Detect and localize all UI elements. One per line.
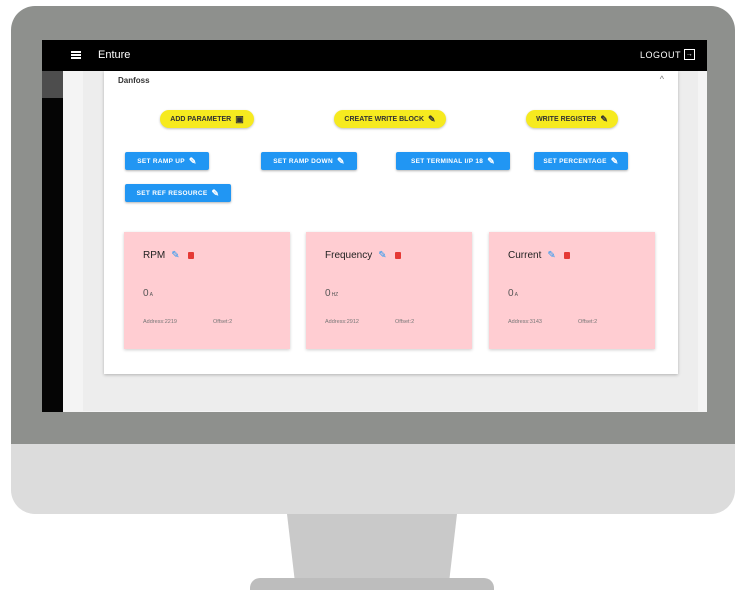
parameter-address: Address:2912 (325, 319, 359, 325)
build-icon: ✎ (428, 113, 436, 124)
parameter-meta: Address:2219 Offset:2 (143, 319, 283, 325)
create-write-block-button[interactable]: CREATE WRITE BLOCK ✎ (334, 110, 446, 128)
parameter-meta: Address:2912 Offset:2 (325, 319, 465, 325)
parameter-card-current: Current ✎ 0A Address:3143 Offset:2 (489, 232, 655, 349)
parameter-value: 0 (143, 288, 149, 299)
edit-icon: ✎ (610, 155, 619, 166)
write-register-label: WRITE REGISTER (536, 115, 597, 123)
parameter-card-frequency: Frequency ✎ 0HZ Address:2912 Offset:2 (306, 232, 472, 349)
parameter-name: Current (508, 250, 542, 261)
parameter-value-row: 0A (143, 288, 153, 299)
parameter-address: Address:3143 (508, 319, 542, 325)
parameter-offset: Offset:2 (578, 319, 598, 325)
parameter-header: RPM ✎ (143, 250, 194, 261)
set-terminal-label: SET TERMINAL I/P 18 (410, 157, 484, 165)
sidebar-item-active[interactable] (42, 71, 63, 98)
monitor-stand (287, 514, 457, 587)
set-ramp-up-button[interactable]: SET RAMP UP ✎ (125, 152, 209, 170)
chevron-up-icon[interactable]: ^ (660, 74, 664, 84)
app-bar: Enture LOGOUT → (42, 40, 707, 71)
set-ramp-down-button[interactable]: SET RAMP DOWN ✎ (261, 152, 357, 170)
monitor-chin (11, 444, 735, 514)
parameter-unit: HZ (331, 292, 339, 298)
set-ramp-up-label: SET RAMP UP (137, 157, 185, 165)
parameter-name: Frequency (325, 250, 373, 261)
parameter-value-row: 0A (508, 288, 518, 299)
edit-icon[interactable]: ✎ (378, 250, 386, 261)
edit-icon: ✎ (188, 155, 197, 166)
set-ref-resource-label: SET REF RESOURCE (136, 189, 208, 197)
set-percentage-button[interactable]: SET PERCENTAGE ✎ (534, 152, 628, 170)
create-write-block-label: CREATE WRITE BLOCK (344, 115, 425, 123)
parameter-unit: A (514, 292, 518, 298)
parameter-meta: Address:3143 Offset:2 (508, 319, 648, 325)
screen: Enture LOGOUT → Danfoss ^ ADD PARAMETER … (42, 40, 707, 412)
parameter-header: Current ✎ (508, 250, 570, 261)
add-parameter-label: ADD PARAMETER (170, 115, 232, 123)
parameter-value: 0 (508, 288, 514, 299)
monitor-stand-base (250, 578, 494, 590)
edit-icon[interactable]: ✎ (547, 250, 555, 261)
parameter-card-rpm: RPM ✎ 0A Address:2219 Offset:2 (124, 232, 290, 349)
parameter-offset: Offset:2 (395, 319, 415, 325)
menu-icon[interactable] (71, 51, 81, 59)
app-title: Enture (98, 49, 131, 61)
card-title: Danfoss (118, 76, 150, 85)
logout-label: LOGOUT (639, 49, 681, 60)
sidebar (42, 71, 63, 412)
edit-icon[interactable]: ✎ (171, 250, 179, 261)
set-terminal-button[interactable]: SET TERMINAL I/P 18 ✎ (396, 152, 510, 170)
parameter-name: RPM (143, 250, 166, 261)
add-parameter-button[interactable]: ADD PARAMETER ▣ (160, 110, 254, 128)
parameter-offset: Offset:2 (213, 319, 233, 325)
write-register-button[interactable]: WRITE REGISTER ✎ (526, 110, 618, 128)
delete-icon[interactable] (394, 252, 401, 259)
edit-icon: ✎ (336, 155, 345, 166)
set-percentage-label: SET PERCENTAGE (543, 157, 607, 165)
parameter-value-row: 0HZ (325, 288, 338, 299)
logout-button[interactable]: LOGOUT → (640, 49, 695, 60)
delete-icon[interactable] (187, 252, 194, 259)
parameter-unit: A (149, 292, 153, 298)
edit-icon: ✎ (600, 113, 608, 124)
parameter-value: 0 (325, 288, 331, 299)
parameter-header: Frequency ✎ (325, 250, 401, 261)
logout-icon: → (684, 49, 695, 60)
set-ref-resource-button[interactable]: SET REF RESOURCE ✎ (125, 184, 231, 202)
set-ramp-down-label: SET RAMP DOWN (273, 157, 333, 165)
delete-icon[interactable] (563, 252, 570, 259)
edit-icon: ✎ (487, 155, 496, 166)
parameter-address: Address:2219 (143, 319, 177, 325)
save-icon: ▣ (235, 113, 244, 124)
edit-icon: ✎ (211, 187, 220, 198)
